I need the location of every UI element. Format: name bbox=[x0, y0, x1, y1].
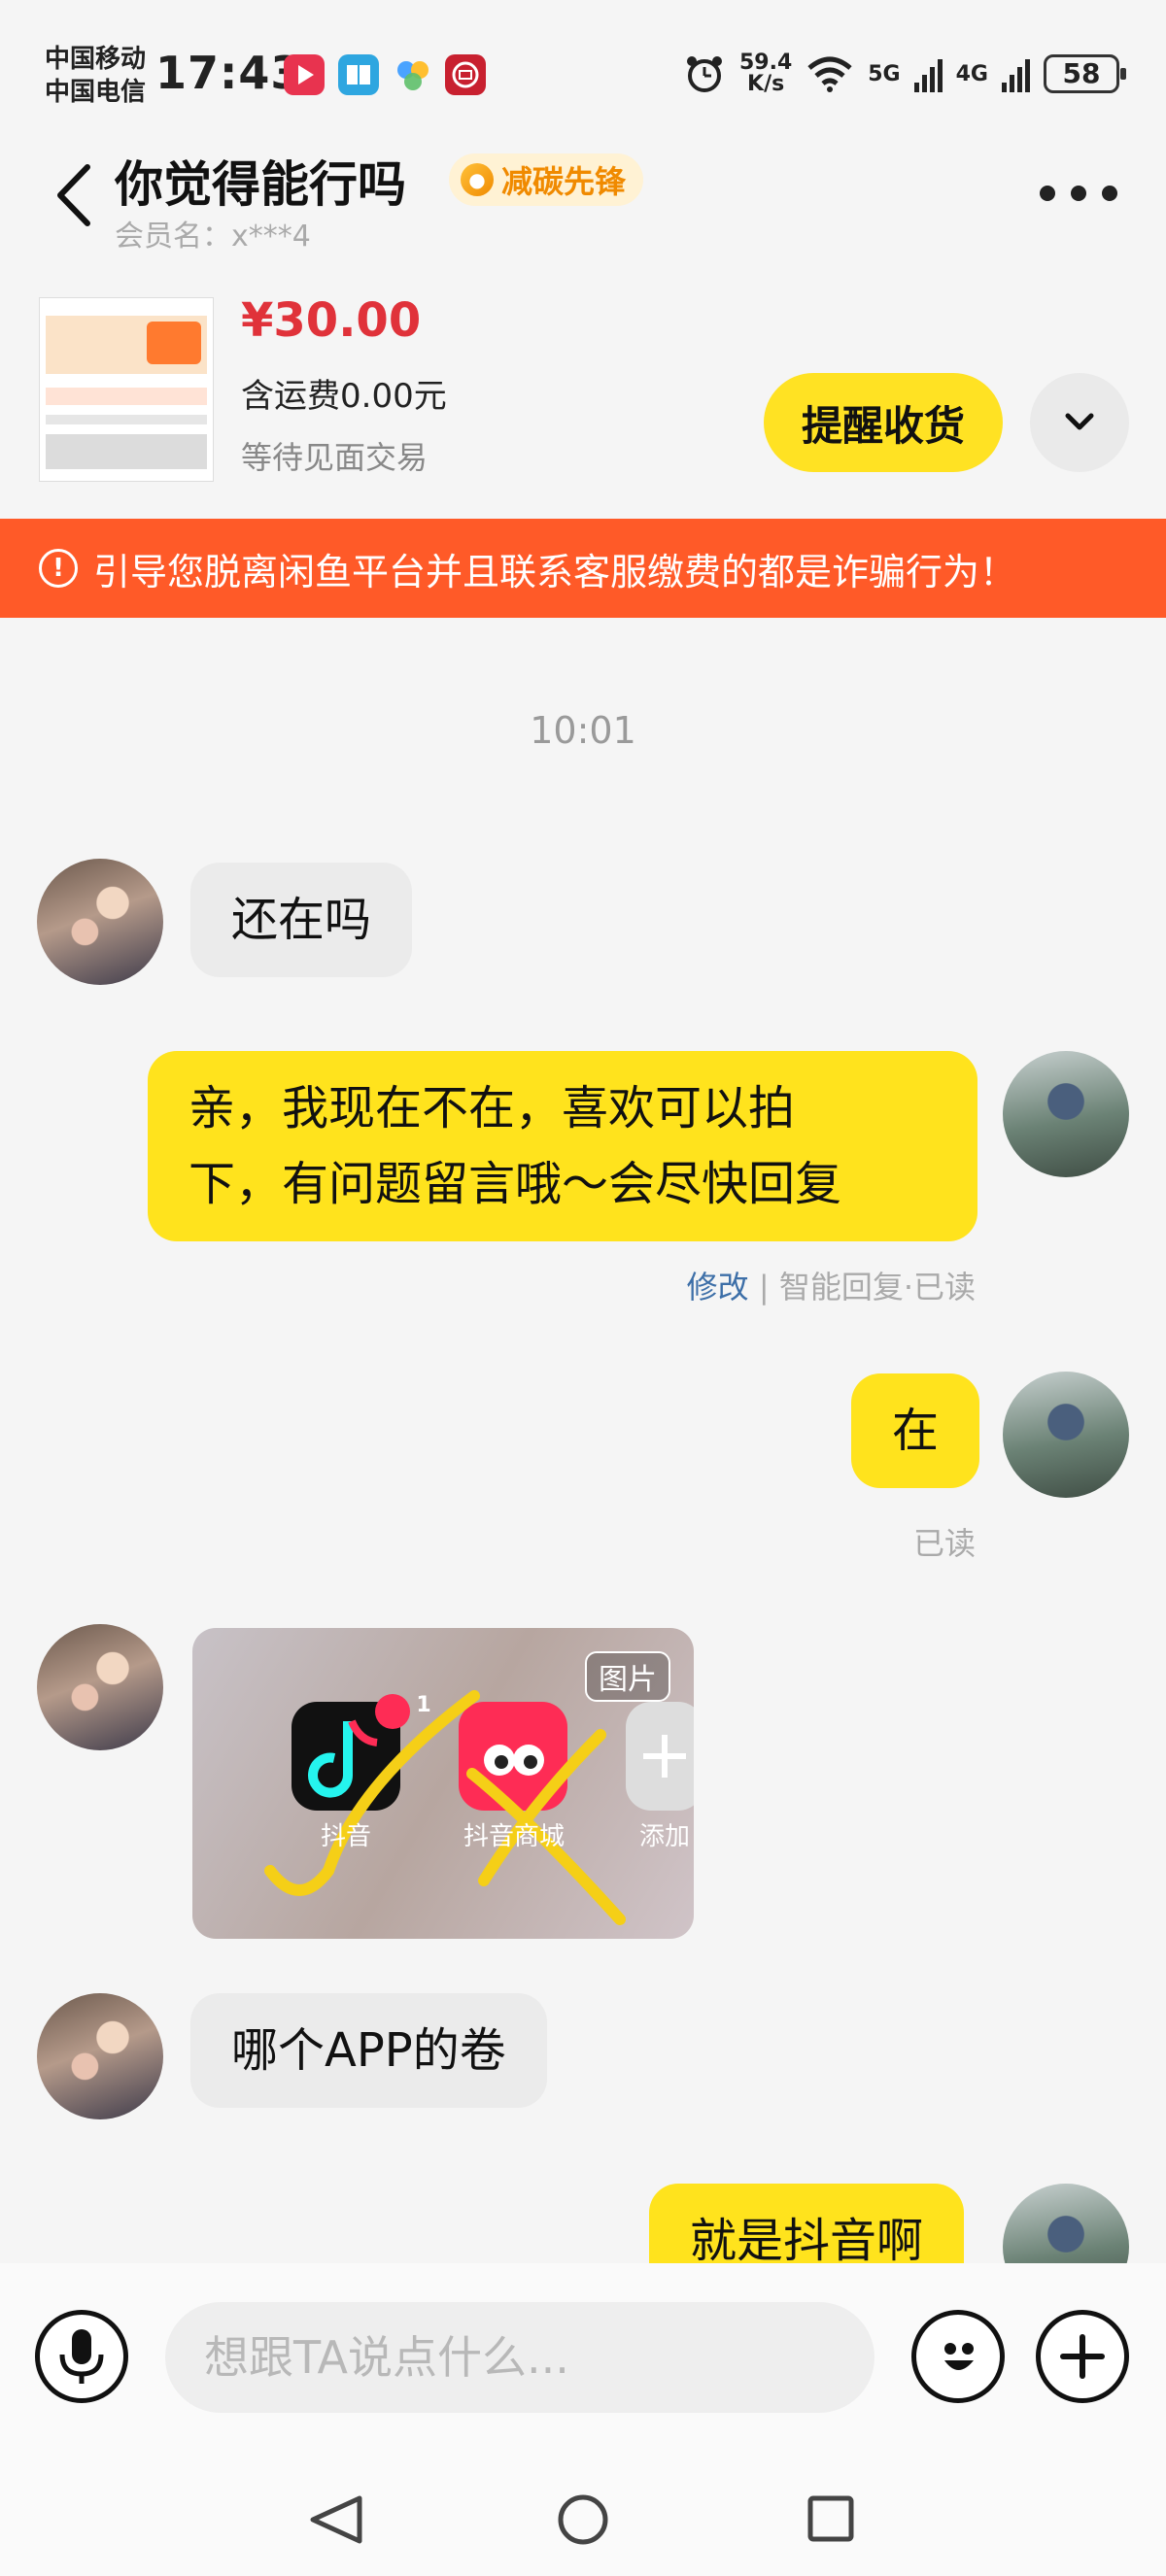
message-bubble-outgoing[interactable]: 亲，我现在不在，喜欢可以拍 下，有问题留言哦～会尽快回复 bbox=[148, 1051, 977, 1241]
status-clock: 17:43 bbox=[155, 47, 303, 99]
plus-icon bbox=[1060, 2334, 1105, 2379]
message-line: 亲，我现在不在，喜欢可以拍 bbox=[189, 1081, 796, 1135]
notification-badge: 1 bbox=[416, 1693, 431, 1717]
add-button[interactable] bbox=[1036, 2310, 1129, 2403]
signal-4g-icon bbox=[1002, 55, 1030, 92]
message-meta: 修改 | 智能回复·已读 bbox=[687, 1263, 976, 1307]
meta-divider: | bbox=[758, 1269, 779, 1305]
net-speed: 59.4 K/s bbox=[739, 52, 792, 95]
chat-timestamp: 10:01 bbox=[530, 709, 636, 752]
book-app-icon bbox=[338, 54, 379, 95]
fraud-warning-text: 引导您脱离闲鱼平台并且联系客服缴费的都是诈骗行为！ bbox=[93, 550, 1017, 593]
warning-icon: ! bbox=[39, 549, 78, 588]
message-input[interactable]: 想跟TA说点什么... bbox=[165, 2302, 874, 2413]
emoji-icon bbox=[944, 2343, 974, 2370]
message-bubble-outgoing[interactable]: 在 bbox=[851, 1373, 980, 1488]
app-label: 抖音商城 bbox=[463, 1822, 565, 1851]
carrier-labels: 中国移动 中国电信 bbox=[45, 43, 146, 109]
read-status: 智能回复·已读 bbox=[778, 1269, 976, 1305]
carbon-badge[interactable]: ● 减碳先锋 bbox=[449, 153, 644, 206]
network-4g-label: 4G bbox=[955, 61, 988, 86]
net-speed-value: 59.4 bbox=[738, 51, 793, 75]
voice-button[interactable] bbox=[35, 2310, 128, 2403]
message-line: 下，有问题留言哦～会尽快回复 bbox=[189, 1157, 842, 1211]
more-dot-icon bbox=[1040, 186, 1055, 201]
avatar[interactable] bbox=[37, 1624, 163, 1750]
message-bubble-incoming[interactable]: 哪个APP的卷 bbox=[190, 1993, 547, 2108]
product-price: ¥30.00 bbox=[241, 293, 422, 348]
order-status: 等待见面交易 bbox=[241, 439, 429, 476]
network-5g-label: 5G bbox=[868, 61, 901, 86]
back-button[interactable] bbox=[52, 161, 95, 229]
app-label: 抖音 bbox=[320, 1822, 371, 1851]
shipping-fee: 含运费0.00元 bbox=[241, 377, 447, 416]
avatar[interactable] bbox=[1003, 1372, 1129, 1498]
leaf-icon: ● bbox=[461, 163, 494, 196]
more-dot-icon bbox=[1071, 186, 1086, 201]
more-button[interactable] bbox=[1040, 179, 1117, 208]
wifi-icon bbox=[807, 56, 852, 92]
nav-back-icon[interactable] bbox=[292, 2477, 379, 2564]
product-thumbnail[interactable] bbox=[39, 297, 214, 482]
app-label: 添加 bbox=[638, 1822, 690, 1851]
image-tag: 图片 bbox=[585, 1651, 670, 1702]
system-nav-bar bbox=[0, 2457, 1166, 2576]
bank-app-icon bbox=[445, 54, 486, 95]
video-app-icon bbox=[284, 54, 325, 95]
net-speed-unit: K/s bbox=[747, 72, 785, 96]
microphone-icon bbox=[59, 2329, 104, 2384]
avatar[interactable] bbox=[37, 1993, 163, 2119]
member-name: 会员名：x***4 bbox=[115, 220, 311, 254]
alarm-icon bbox=[686, 56, 722, 92]
battery-indicator: 58 bbox=[1044, 54, 1126, 93]
chevron-down-icon bbox=[1065, 413, 1094, 430]
nav-recents-icon[interactable] bbox=[787, 2477, 874, 2564]
status-right: 59.4 K/s 5G 4G 58 bbox=[683, 49, 1126, 99]
chevron-left-icon bbox=[57, 164, 90, 226]
carrier-2: 中国电信 bbox=[45, 78, 147, 107]
expand-button[interactable] bbox=[1030, 373, 1129, 472]
fraud-warning-banner: ! 引导您脱离闲鱼平台并且联系客服缴费的都是诈骗行为！ bbox=[0, 519, 1166, 618]
avatar[interactable] bbox=[1003, 1051, 1129, 1177]
more-dot-icon bbox=[1102, 186, 1117, 201]
edit-link[interactable]: 修改 bbox=[687, 1269, 749, 1305]
chat-title: 你觉得能行吗 bbox=[115, 156, 406, 213]
signal-5g-icon bbox=[913, 55, 943, 92]
message-bubble-incoming[interactable]: 还在吗 bbox=[190, 863, 413, 977]
image-message[interactable]: 1 抖音 抖音商城 添加 图片 bbox=[192, 1628, 694, 1939]
carrier-1: 中国移动 bbox=[45, 45, 147, 74]
avatar[interactable] bbox=[37, 859, 163, 985]
remind-receipt-button[interactable]: 提醒收货 bbox=[764, 373, 1003, 472]
pinwheel-app-icon bbox=[393, 54, 433, 95]
read-status: 已读 bbox=[912, 1525, 976, 1562]
emoji-button[interactable] bbox=[911, 2310, 1005, 2403]
carbon-badge-label: 减碳先锋 bbox=[501, 163, 627, 200]
nav-home-icon[interactable] bbox=[539, 2477, 627, 2564]
status-bar: 中国移动 中国电信 17:43 59.4 K/s 5G 4G 58 bbox=[0, 0, 1166, 136]
